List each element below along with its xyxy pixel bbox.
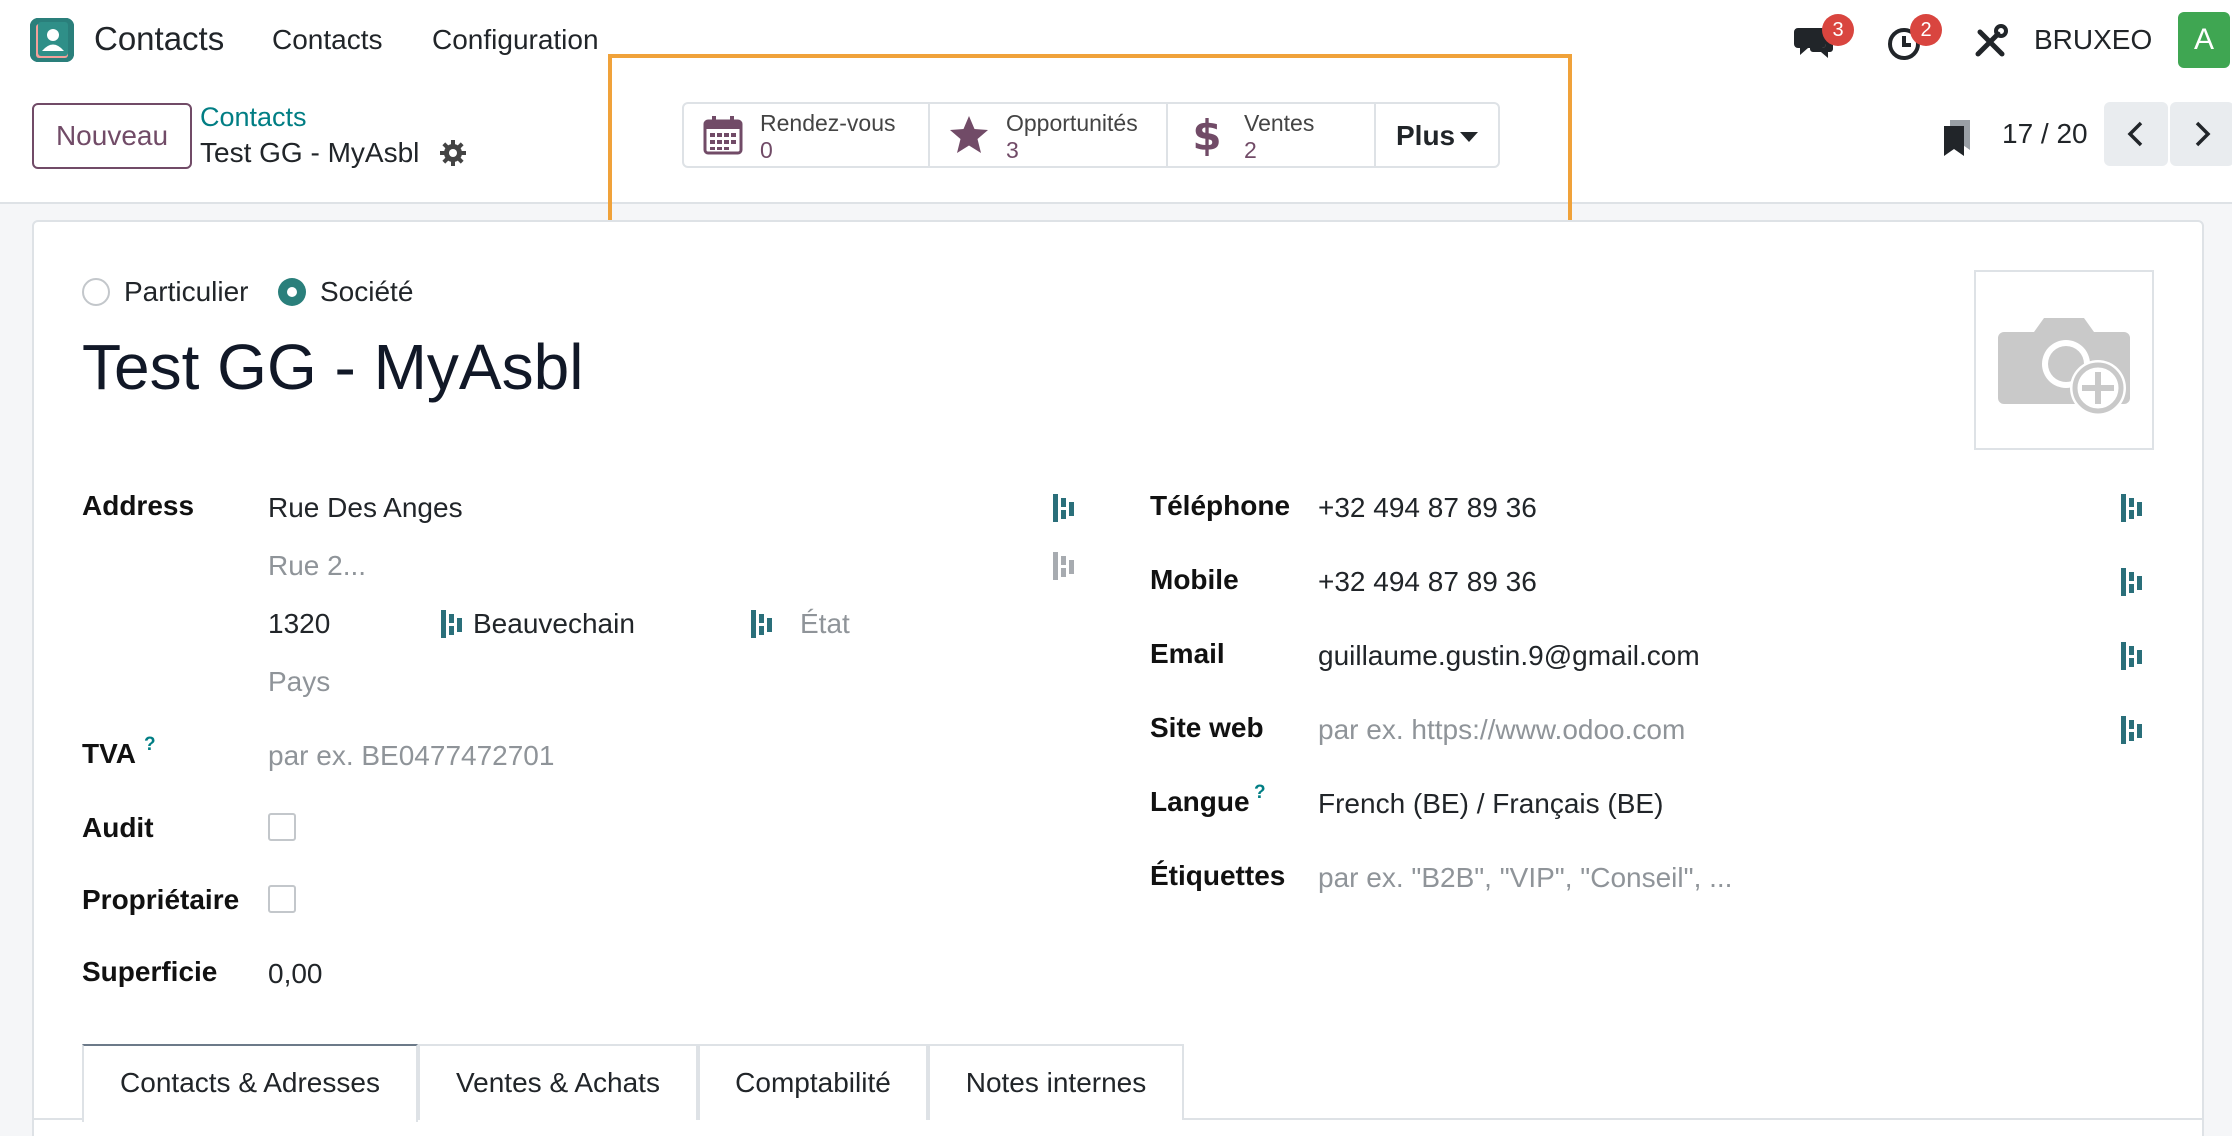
- website-label: Site web: [1150, 712, 1264, 743]
- smart-button-label: Rendez-vous: [760, 110, 896, 136]
- tab-contacts-adresses[interactable]: Contacts & Adresses: [82, 1044, 418, 1122]
- debug-tools-icon[interactable]: [1970, 20, 2014, 64]
- area-field[interactable]: 0,00: [268, 958, 323, 990]
- city-field[interactable]: Beauvechain: [473, 608, 635, 640]
- phone-label: Téléphone: [1150, 490, 1291, 521]
- record-name-field[interactable]: Test GG - MyAsbl: [82, 330, 583, 404]
- smart-button-label: Ventes: [1244, 110, 1315, 136]
- svg-text:$: $: [1192, 114, 1221, 156]
- state-field[interactable]: État: [800, 608, 850, 640]
- smart-button-value: 2: [1244, 137, 1257, 163]
- pager-value[interactable]: 17 / 20: [2002, 118, 2088, 150]
- messages-badge: 3: [1822, 14, 1854, 46]
- new-record-button[interactable]: Nouveau: [32, 103, 192, 169]
- email-field[interactable]: guillaume.gustin.9@gmail.com: [1318, 640, 1700, 672]
- translate-icon[interactable]: [2120, 566, 2146, 598]
- smart-button-ventes[interactable]: $ Ventes 2: [1168, 104, 1376, 166]
- contacts-app-icon[interactable]: [30, 18, 74, 62]
- smart-button-label: Opportunités: [1006, 110, 1138, 136]
- gear-icon[interactable]: [438, 138, 468, 168]
- website-field[interactable]: par ex. https://www.odoo.com: [1318, 714, 1685, 746]
- top-navbar: Contacts Contacts Configuration 3 2 BRUX…: [0, 0, 2232, 80]
- activities-badge: 2: [1910, 14, 1942, 46]
- audit-label: Audit: [82, 812, 154, 843]
- owner-checkbox[interactable]: [268, 885, 296, 913]
- translate-icon[interactable]: [1052, 550, 1078, 582]
- radio-societe[interactable]: [278, 278, 306, 306]
- vat-field[interactable]: par ex. BE0477472701: [268, 740, 554, 772]
- radio-particulier[interactable]: [82, 278, 110, 306]
- email-label: Email: [1150, 638, 1225, 669]
- country-field[interactable]: Pays: [268, 666, 330, 698]
- smart-button-rendez-vous[interactable]: Rendez-vous 0: [684, 104, 930, 166]
- mobile-field[interactable]: +32 494 87 89 36: [1318, 566, 1537, 598]
- language-field[interactable]: French (BE) / Français (BE): [1318, 788, 1663, 820]
- camera-plus-icon: [1998, 318, 2130, 416]
- pager-next-button[interactable]: [2170, 102, 2232, 166]
- translate-icon[interactable]: [750, 608, 776, 640]
- tab-comptabilite[interactable]: Comptabilité: [698, 1044, 928, 1120]
- tags-label: Étiquettes: [1150, 860, 1286, 891]
- language-help-icon[interactable]: ?: [1254, 782, 1266, 804]
- smart-buttons-bar: Rendez-vous 0 Opportunités 3 $ Ventes 2 …: [682, 102, 1500, 168]
- dollar-icon: $: [1192, 114, 1221, 156]
- caret-down-icon: [1460, 132, 1478, 142]
- audit-checkbox[interactable]: [268, 813, 296, 841]
- star-icon: [950, 116, 988, 153]
- zip-field[interactable]: 1320: [268, 608, 330, 640]
- phone-field[interactable]: +32 494 87 89 36: [1318, 492, 1537, 524]
- vat-help-icon[interactable]: ?: [144, 734, 156, 756]
- street-field[interactable]: Rue Des Anges: [268, 492, 463, 524]
- tags-field[interactable]: par ex. "B2B", "VIP", "Conseil", ...: [1318, 862, 1732, 894]
- breadcrumb-contacts-link[interactable]: Contacts: [200, 102, 307, 133]
- street2-field[interactable]: Rue 2...: [268, 550, 366, 582]
- owner-label: Propriétaire: [82, 884, 240, 915]
- menu-contacts[interactable]: Contacts: [272, 24, 383, 56]
- vat-label: TVA: [82, 738, 136, 769]
- control-panel: Nouveau Contacts Test GG - MyAsbl Rendez…: [0, 80, 2232, 204]
- translate-icon[interactable]: [1052, 492, 1078, 524]
- smart-button-value: 3: [1006, 137, 1019, 163]
- pager-previous-button[interactable]: [2104, 102, 2168, 166]
- company-switcher[interactable]: BRUXEO: [2034, 24, 2152, 56]
- translate-icon[interactable]: [2120, 640, 2146, 672]
- more-smart-buttons-dropdown[interactable]: Plus: [1376, 104, 1498, 166]
- translate-icon[interactable]: [2120, 492, 2146, 524]
- bookmark-icon[interactable]: [1940, 118, 1974, 158]
- menu-configuration[interactable]: Configuration: [432, 24, 599, 56]
- translate-icon[interactable]: [2120, 714, 2146, 746]
- calendar-icon: [703, 116, 743, 155]
- smart-button-opportunites[interactable]: Opportunités 3: [930, 104, 1168, 166]
- language-label: Langue: [1150, 786, 1250, 817]
- tab-notes-internes[interactable]: Notes internes: [928, 1044, 1184, 1120]
- app-title[interactable]: Contacts: [94, 20, 224, 58]
- user-avatar[interactable]: A: [2178, 12, 2230, 68]
- radio-label-particulier[interactable]: Particulier: [124, 276, 248, 308]
- more-button-label: Plus: [1396, 120, 1456, 151]
- translate-icon[interactable]: [440, 608, 466, 640]
- address-label: Address: [82, 490, 195, 521]
- radio-label-societe[interactable]: Société: [320, 276, 413, 308]
- breadcrumb-current: Test GG - MyAsbl: [200, 137, 420, 168]
- smart-button-value: 0: [760, 137, 773, 163]
- tab-ventes-achats[interactable]: Ventes & Achats: [418, 1044, 698, 1120]
- mobile-label: Mobile: [1150, 564, 1239, 595]
- chevron-left-icon: [2127, 121, 2143, 147]
- photo-upload[interactable]: [1974, 270, 2154, 450]
- area-label: Superficie: [82, 956, 218, 987]
- chevron-right-icon: [2195, 121, 2211, 147]
